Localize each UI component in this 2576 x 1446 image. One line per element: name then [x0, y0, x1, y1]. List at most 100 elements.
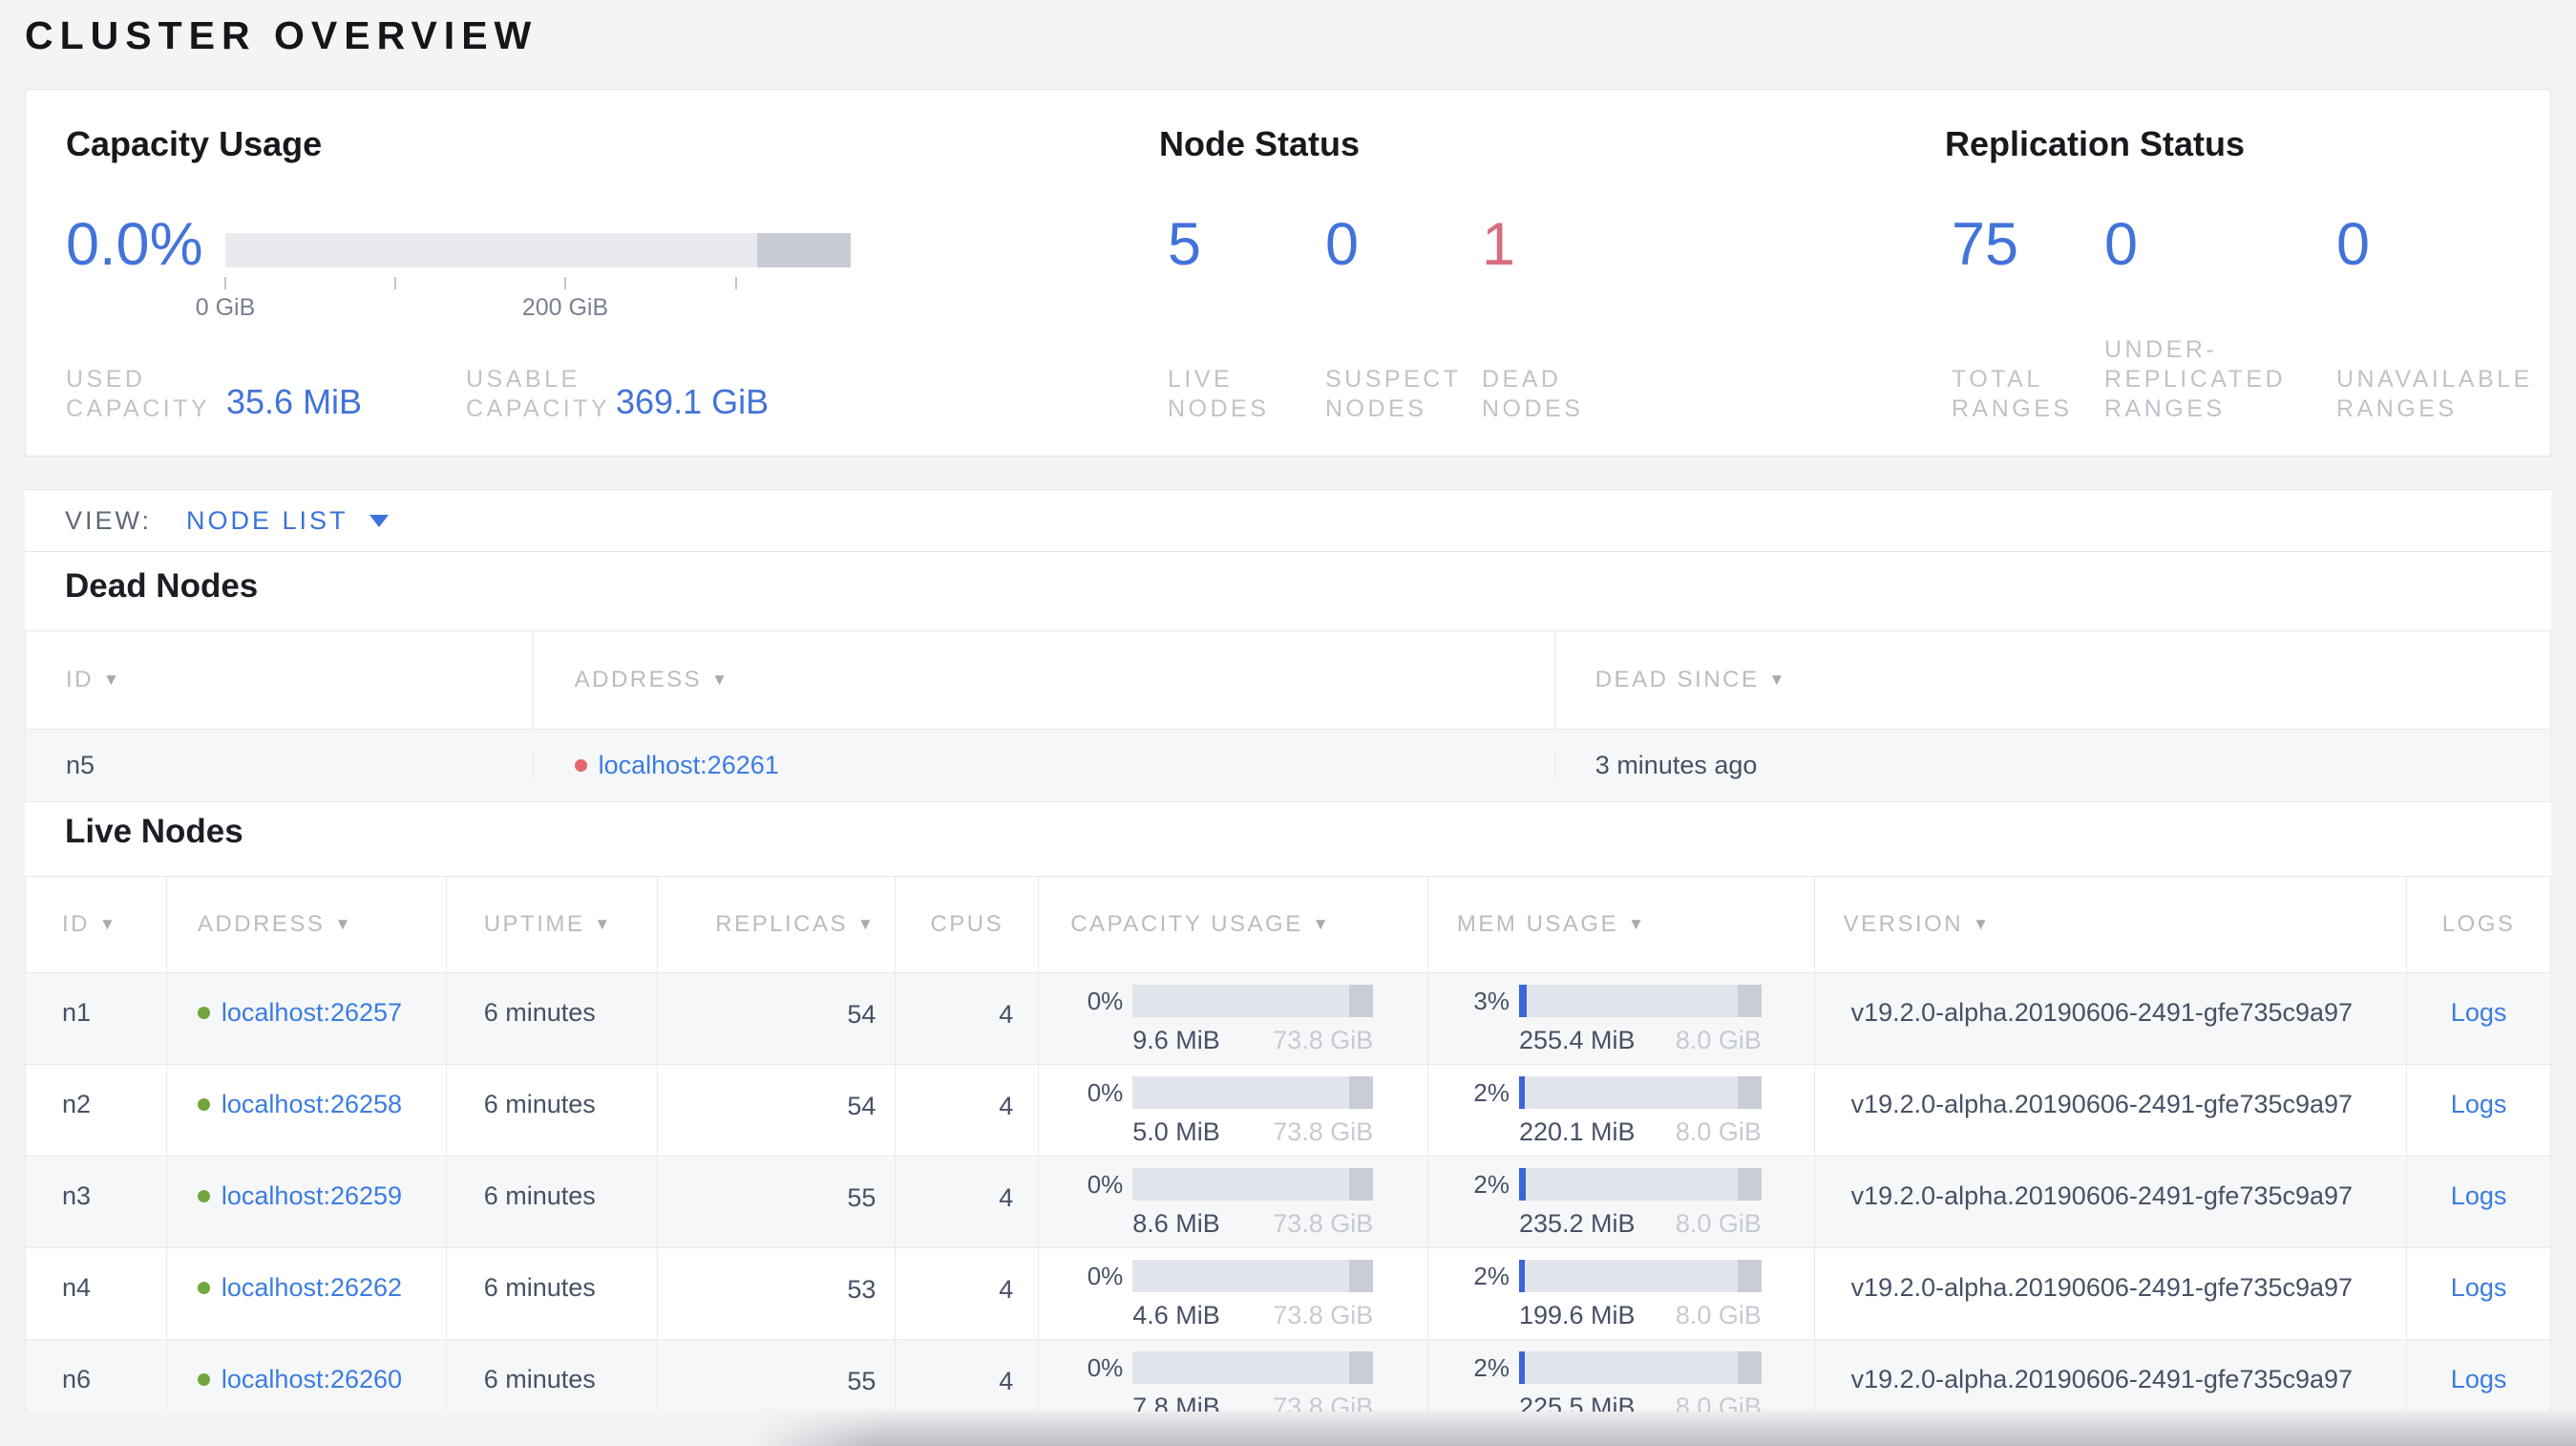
node-cpus: 4: [895, 1340, 1038, 1412]
dead-nodes-heading: Dead Nodes: [65, 567, 259, 605]
unavailable-label: UNAVAILABLE RANGES: [2336, 366, 2533, 422]
under-replicated-count: 0: [2104, 211, 2139, 278]
dead-col-dead-since[interactable]: DEAD SINCE ▼: [1553, 631, 2550, 729]
usable-capacity-label: USABLE CAPACITY: [466, 366, 611, 422]
node-id: n3: [62, 1181, 92, 1210]
node-version: v19.2.0-alpha.20190606-2491-gfe735c9a97: [1813, 973, 2407, 1064]
node-address-link[interactable]: localhost:26260: [222, 1365, 402, 1394]
sort-arrow-icon: ▼: [103, 670, 122, 689]
axis-tick: [394, 277, 396, 289]
cluster-overview-page: CLUSTER OVERVIEW Capacity Usage 0.0% 0 G…: [0, 0, 2576, 1446]
dead-node-address-link[interactable]: localhost:26261: [599, 751, 779, 780]
table-row: n6 localhost:26260 6 minutes 55 4 0% 7.8…: [26, 1339, 2550, 1412]
live-status-icon: [197, 1373, 210, 1386]
node-capacity-usage: 0% 5.0 MiB 73.8 GiB: [1038, 1065, 1427, 1156]
live-col-id[interactable]: ID ▼: [26, 877, 166, 972]
live-nodes-count: 5: [1168, 211, 1202, 278]
mem-mini-bar: [1518, 1260, 1762, 1292]
live-col-cpus: CPUS: [895, 877, 1038, 972]
node-address-link[interactable]: localhost:26259: [222, 1181, 402, 1211]
node-logs: Logs: [2406, 1157, 2550, 1247]
node-uptime: 6 minutes: [445, 1248, 657, 1339]
capacity-usage-title: Capacity Usage: [66, 124, 323, 163]
logs-link[interactable]: Logs: [2451, 1273, 2507, 1303]
node-address: localhost:26260: [165, 1340, 446, 1412]
capacity-mini-bar: [1132, 1260, 1374, 1292]
sort-arrow-icon: ▼: [857, 915, 876, 933]
logs-link[interactable]: Logs: [2451, 1090, 2507, 1119]
axis-tick: [224, 277, 226, 289]
suspect-nodes-label: SUSPECT NODES: [1325, 366, 1462, 422]
live-col-logs: LOGS: [2406, 877, 2550, 972]
node-address-link[interactable]: localhost:26257: [222, 998, 402, 1028]
dead-col-address[interactable]: ADDRESS ▼: [532, 631, 1554, 729]
live-col-mem[interactable]: MEM USAGE ▼: [1426, 877, 1814, 972]
sort-arrow-icon: ▼: [1768, 670, 1787, 689]
mem-mini-bar: [1518, 985, 1762, 1017]
capacity-percent: 0.0%: [66, 211, 203, 278]
node-capacity-usage: 0% 7.8 MiB 73.8 GiB: [1038, 1340, 1427, 1412]
node-address-link[interactable]: localhost:26258: [222, 1090, 402, 1119]
sort-arrow-icon: ▼: [711, 670, 730, 689]
mem-mini-bar: [1518, 1351, 1762, 1384]
view-label: VIEW:: [65, 505, 153, 535]
node-mem-usage: 3% 255.4 MiB 8.0 GiB: [1426, 973, 1814, 1064]
live-table-header-row: ID ▼ ADDRESS ▼ UPTIME ▼ REPLICAS ▼ CPUS CAPA…: [26, 877, 2550, 972]
live-status-icon: [197, 1190, 210, 1202]
table-row: n1 localhost:26257 6 minutes 54 4 0% 9.6…: [26, 972, 2550, 1064]
live-col-capacity[interactable]: CAPACITY USAGE ▼: [1038, 877, 1427, 972]
node-logs: Logs: [2406, 1248, 2550, 1339]
node-id: n1: [62, 998, 92, 1027]
chevron-down-icon: [369, 514, 389, 527]
node-cpus: 4: [895, 1065, 1038, 1156]
sort-arrow-icon: ▼: [1973, 915, 1992, 933]
nodes-section: Dead Nodes ID ▼ ADDRESS ▼ DEAD SINCE ▼ n5 l…: [25, 552, 2551, 1412]
node-id: n2: [62, 1090, 92, 1118]
dead-col-id[interactable]: ID ▼: [26, 631, 533, 729]
node-logs: Logs: [2406, 1065, 2550, 1156]
live-status-icon: [197, 1098, 210, 1111]
node-id: n6: [62, 1365, 92, 1393]
live-col-replicas[interactable]: REPLICAS ▼: [656, 877, 896, 972]
overlay-shadow: [745, 1408, 2576, 1446]
view-dropdown[interactable]: NODE LIST: [186, 506, 389, 536]
node-uptime: 6 minutes: [445, 1340, 657, 1412]
node-address-link[interactable]: localhost:26262: [222, 1273, 402, 1303]
node-address: localhost:26258: [165, 1065, 446, 1156]
live-nodes-heading: Live Nodes: [65, 813, 243, 850]
node-id: n4: [62, 1273, 92, 1302]
mem-mini-bar: [1518, 1076, 1762, 1109]
replication-status-title: Replication Status: [1945, 124, 2246, 163]
suspect-nodes-count: 0: [1325, 211, 1360, 278]
logs-link[interactable]: Logs: [2451, 1365, 2507, 1394]
dead-nodes-count: 1: [1482, 211, 1516, 278]
dead-nodes-label: DEAD NODES: [1482, 366, 1584, 422]
live-status-icon: [197, 1282, 210, 1294]
axis-label-0: 0 GiB: [195, 294, 256, 321]
axis-label-200: 200 GiB: [521, 294, 609, 321]
node-mem-usage: 2% 199.6 MiB 8.0 GiB: [1426, 1248, 1814, 1339]
used-capacity-label: USED CAPACITY: [66, 366, 211, 422]
logs-link[interactable]: Logs: [2451, 1181, 2507, 1211]
live-nodes-label: LIVE NODES: [1168, 366, 1270, 422]
node-version: v19.2.0-alpha.20190606-2491-gfe735c9a97: [1813, 1065, 2407, 1156]
view-selected-value: NODE LIST: [186, 505, 348, 535]
node-cpus: 4: [895, 973, 1038, 1064]
node-mem-usage: 2% 220.1 MiB 8.0 GiB: [1426, 1065, 1814, 1156]
node-logs: Logs: [2406, 973, 2550, 1064]
dead-since-value: 3 minutes ago: [1553, 751, 2550, 780]
live-col-address[interactable]: ADDRESS ▼: [165, 877, 446, 972]
node-replicas: 55: [656, 1157, 896, 1247]
node-mem-usage: 2% 235.2 MiB 8.0 GiB: [1426, 1157, 1814, 1247]
total-ranges-count: 75: [1952, 211, 2019, 278]
live-col-uptime[interactable]: UPTIME ▼: [445, 877, 657, 972]
node-uptime: 6 minutes: [445, 1157, 657, 1247]
sort-arrow-icon: ▼: [1312, 915, 1332, 933]
dead-status-icon: [574, 759, 587, 772]
live-col-version[interactable]: VERSION ▼: [1813, 877, 2407, 972]
unavailable-count: 0: [2336, 211, 2371, 278]
dead-node-address: localhost:26261: [532, 751, 1554, 780]
total-ranges-label: TOTAL RANGES: [1952, 366, 2073, 422]
logs-link[interactable]: Logs: [2451, 998, 2507, 1028]
sort-arrow-icon: ▼: [99, 915, 118, 933]
